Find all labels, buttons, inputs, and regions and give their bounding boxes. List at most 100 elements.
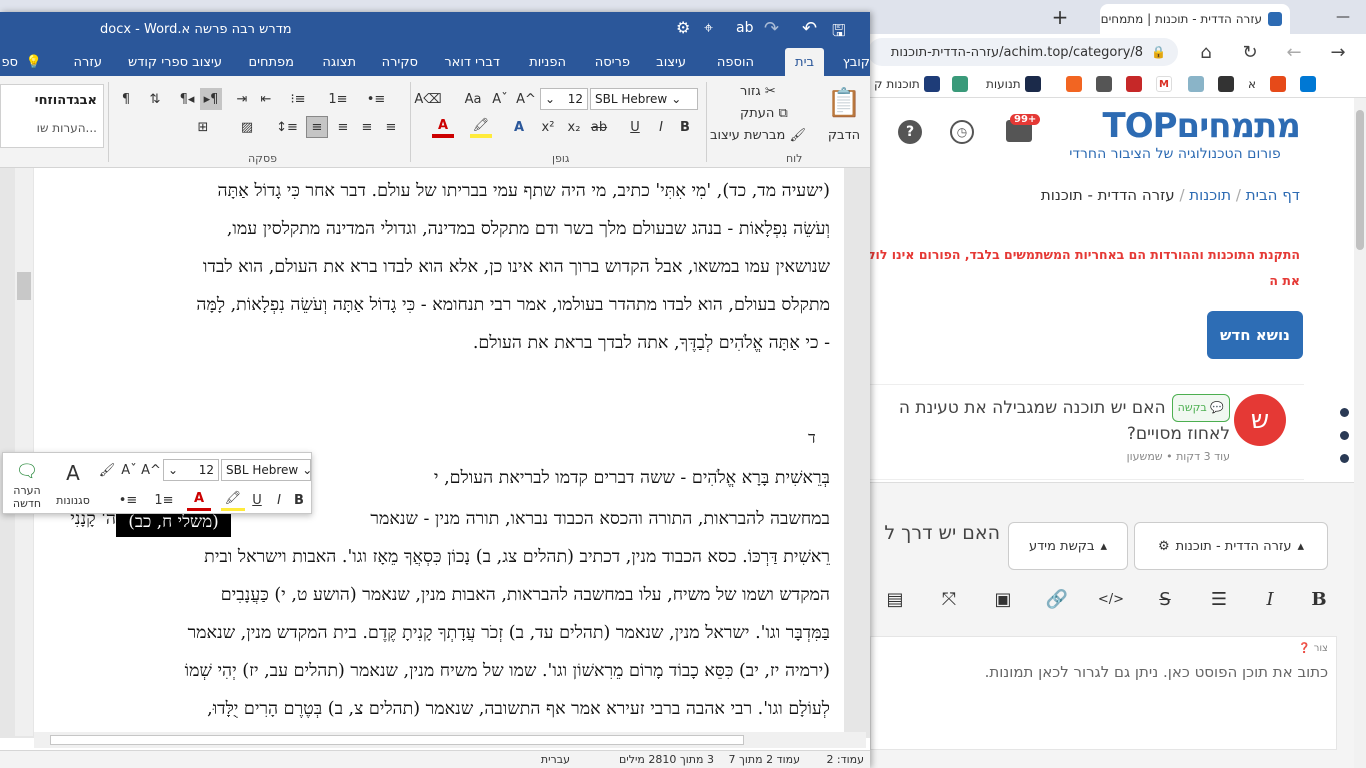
lightbulb-icon[interactable]: 💡 <box>26 48 42 76</box>
touch-mode-icon[interactable]: ⌖ <box>704 18 713 38</box>
spelling-icon[interactable]: ab <box>736 20 753 36</box>
tab-partial[interactable]: ספ <box>1 48 18 76</box>
new-comment-button[interactable]: הערה חדשה <box>5 483 49 511</box>
bookmark-item[interactable] <box>1218 74 1234 94</box>
clear-format-icon[interactable]: A⌫ <box>414 88 441 110</box>
bold-icon[interactable]: B <box>676 116 694 138</box>
italic-icon[interactable]: I <box>1255 584 1285 614</box>
new-topic-button[interactable]: נושא חדש <box>1207 311 1303 359</box>
link-icon[interactable]: 🔗 <box>1042 584 1072 614</box>
mini-size-combo[interactable]: ⌄ 12 <box>163 459 219 481</box>
bookmark-item[interactable] <box>1188 74 1204 94</box>
tab-view[interactable]: תצוגה <box>322 48 356 76</box>
page-scrollbar[interactable] <box>1354 98 1366 768</box>
doc-line[interactable]: המקדש ושמו של משיח, עלו במחשבה להבראות, … <box>56 584 830 605</box>
tab-help[interactable]: עזרה <box>74 48 102 76</box>
vertical-dots-icon[interactable] <box>1340 408 1350 477</box>
tab-insert[interactable]: הוספה <box>717 48 754 76</box>
multilevel-list-icon[interactable]: ⁝≡ <box>286 88 310 110</box>
image-icon[interactable]: ▣ <box>988 584 1018 614</box>
sort-icon[interactable]: ⇅ <box>144 88 166 110</box>
composer-title-input[interactable]: האם יש דרך ל <box>870 522 1000 544</box>
doc-line[interactable]: בְּרֵאשִׁית בָּרָא אֱלֹהִים - ששה דברים … <box>320 467 830 488</box>
status-word-count[interactable]: 3 מתוך 2810 מילים <box>619 753 714 766</box>
strikethrough-icon[interactable]: S <box>1150 584 1180 614</box>
doc-line[interactable]: (ישעיה מד, כד), 'מִי אִתִּי' כתיב, מי הי… <box>56 180 830 201</box>
line-spacing-icon[interactable]: ↕≡ <box>276 116 298 138</box>
brush-icon[interactable]: 🖌 <box>97 459 117 481</box>
status-language[interactable]: עברית <box>541 753 570 766</box>
shrink-font-icon[interactable]: Aˇ <box>490 88 510 110</box>
text-effects-icon[interactable]: A <box>508 116 530 138</box>
list-icon[interactable]: ☰ <box>1204 584 1234 614</box>
align-right-icon[interactable]: ≡ <box>380 116 402 138</box>
redo-icon[interactable]: ↷ <box>764 18 779 39</box>
card-icon[interactable]: ▤ <box>880 584 910 614</box>
bullet-list-icon[interactable]: •≡ <box>115 489 141 511</box>
bookmark-item[interactable] <box>1066 74 1082 94</box>
fullscreen-icon[interactable]: ⤧ <box>934 584 964 614</box>
category-dropdown[interactable]: ▴ עזרה הדדית - תוכנות ⚙ <box>1134 522 1328 570</box>
font-size-combo[interactable]: ⌄ 12 <box>540 88 588 110</box>
forward-button[interactable]: ← <box>1280 38 1308 66</box>
font-color-icon[interactable]: A <box>187 489 211 511</box>
save-icon[interactable]: 🖫 <box>832 20 846 47</box>
status-page[interactable]: עמוד: 2 <box>826 753 864 766</box>
status-section[interactable]: עמוד 2 מתוך 7 <box>729 753 800 766</box>
styles-button[interactable]: סגנונות <box>49 491 97 509</box>
clock-icon[interactable]: ◷ <box>950 120 974 144</box>
bookmark-item[interactable]: M <box>1156 74 1172 94</box>
copy-button[interactable]: ⧉ העתק <box>740 104 820 122</box>
tab-developer[interactable]: מפתחים <box>248 48 294 76</box>
pilcrow-icon[interactable]: ¶ <box>116 88 136 110</box>
bookmark-item[interactable] <box>1096 74 1112 94</box>
strikethrough-icon[interactable]: ab <box>588 116 610 138</box>
bookmark-item[interactable] <box>1300 74 1316 94</box>
subscript-icon[interactable]: x₂ <box>564 116 584 138</box>
doc-line[interactable]: שנושאין עמו במשאו, אבל הקדוש ברוך הוא אי… <box>56 256 830 277</box>
tag-dropdown[interactable]: ▴ בקשת מידע <box>1008 522 1128 570</box>
indent-icon[interactable]: ⇥ <box>232 88 252 110</box>
rtl-icon[interactable]: ¶◂ <box>176 88 198 110</box>
numbered-list-icon[interactable]: 1≡ <box>151 489 177 511</box>
highlight-icon[interactable]: 🖍 <box>470 116 492 138</box>
doc-line[interactable]: רֵאשִׁית דַּרְכּוֹ. כסא הכבוד מנין, דכתי… <box>56 546 830 567</box>
highlight-icon[interactable]: 🖍 <box>221 489 245 511</box>
vertical-scroll-thumb[interactable] <box>17 272 31 300</box>
borders-icon[interactable]: ⊞ <box>192 116 214 138</box>
user-avatar[interactable]: ש <box>1234 394 1286 446</box>
horizontal-scroll-thumb[interactable] <box>50 735 744 745</box>
italic-icon[interactable]: I <box>652 116 670 138</box>
reload-button[interactable]: ↻ <box>1236 38 1264 66</box>
ltr-icon[interactable]: ▸¶ <box>200 88 222 110</box>
paste-icon[interactable]: 📋 <box>824 82 864 122</box>
superscript-icon[interactable]: x² <box>538 116 558 138</box>
style-normal[interactable]: אבגדהוזחי <box>35 93 97 108</box>
bookmark-item[interactable]: תנועות <box>986 74 1041 94</box>
help-icon[interactable]: ? <box>898 120 922 144</box>
align-left-icon[interactable]: ≡ <box>332 116 354 138</box>
doc-line[interactable]: - כי אַתָּה אֱלֹהִים לְבַדֶּךָ, אתה לבדך… <box>56 332 830 353</box>
tab-review[interactable]: סקירה <box>382 48 418 76</box>
minimize-button[interactable]: — <box>1320 0 1366 34</box>
tab-mailings[interactable]: דברי דואר <box>444 48 500 76</box>
styles-icon[interactable]: A <box>55 459 91 487</box>
mini-font-combo[interactable]: SBL Hebrew ⌄ <box>221 459 312 481</box>
justify-icon[interactable]: ≡ <box>306 116 328 138</box>
code-icon[interactable]: </> <box>1096 584 1126 614</box>
grow-font-icon[interactable]: A^ <box>516 88 536 110</box>
undo-icon[interactable]: ↶ <box>802 18 817 39</box>
tab-references[interactable]: הפניות <box>529 48 566 76</box>
doc-line[interactable]: במחשבה להבראות, התורה והכסא הכבוד נבראו,… <box>236 508 830 529</box>
new-comment-icon[interactable]: 🗨 <box>9 459 45 483</box>
cut-button[interactable]: ✂ גזור <box>740 82 820 100</box>
paste-button[interactable]: הדבק <box>822 126 866 144</box>
numbered-list-icon[interactable]: 1≡ <box>326 88 350 110</box>
tab-layout[interactable]: פריסה <box>595 48 630 76</box>
breadcrumb-home[interactable]: דף הבית <box>1246 186 1300 204</box>
bookmark-item[interactable]: א <box>1248 74 1256 94</box>
doc-line[interactable]: בַּמִּדְבָּר וגו'. ישראל מנין, שנאמר (תה… <box>56 622 830 643</box>
grow-font-icon[interactable]: A^ <box>141 459 161 481</box>
underline-icon[interactable]: U <box>247 489 267 511</box>
doc-line[interactable]: וְעֹשֵׂה נִפְלָאוֹת - בנהג שבעולם מלך בש… <box>56 218 830 239</box>
